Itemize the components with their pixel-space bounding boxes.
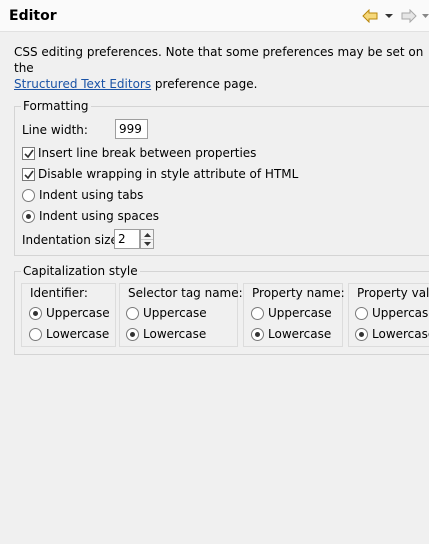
- selector-tag-name-group: Selector tag name: Uppercase Lowercase: [119, 283, 243, 347]
- selector-uppercase-radio[interactable]: Uppercase: [126, 304, 207, 322]
- back-arrow-icon: [362, 9, 378, 23]
- radio-button[interactable]: [355, 306, 368, 320]
- radio-button[interactable]: [355, 327, 368, 341]
- radio-button[interactable]: [29, 306, 42, 320]
- uppercase-label: Uppercase: [143, 306, 207, 320]
- property-name-group: Property name: Uppercase Lowercase: [243, 283, 345, 347]
- property-name-uppercase-radio[interactable]: Uppercase: [251, 304, 332, 322]
- radio-button[interactable]: [29, 327, 42, 341]
- checkmark-icon: [24, 170, 34, 179]
- indentation-size-input[interactable]: 2: [114, 229, 140, 249]
- radio-button[interactable]: [22, 209, 35, 223]
- lowercase-label: Lowercase: [46, 327, 110, 341]
- back-history-dropdown[interactable]: [385, 7, 393, 25]
- selector-tag-name-label: Selector tag name:: [128, 286, 243, 300]
- indentation-size-label: Indentation size:: [22, 233, 122, 247]
- identifier-uppercase-radio[interactable]: Uppercase: [29, 304, 110, 322]
- uppercase-label: Uppercase: [268, 306, 332, 320]
- chevron-up-icon: [143, 232, 151, 237]
- property-value-lowercase-radio[interactable]: Lowercase: [355, 325, 429, 343]
- forward-history-dropdown[interactable]: [422, 7, 429, 25]
- lowercase-label: Lowercase: [268, 327, 332, 341]
- property-value-group: Property valu Uppercase Lowercase: [348, 283, 429, 347]
- capitalization-legend: Capitalization style: [21, 264, 140, 278]
- back-button[interactable]: [362, 7, 378, 25]
- disable-wrapping-checkbox[interactable]: Disable wrapping in style attribute of H…: [22, 165, 298, 183]
- identifier-lowercase-radio[interactable]: Lowercase: [29, 325, 109, 343]
- disable-wrapping-label: Disable wrapping in style attribute of H…: [38, 167, 299, 181]
- structured-text-editors-link[interactable]: Structured Text Editors: [14, 77, 151, 91]
- formatting-legend: Formatting: [21, 99, 91, 113]
- editor-header: Editor: [0, 0, 429, 32]
- property-value-label: Property valu: [357, 286, 429, 300]
- line-width-input[interactable]: 999: [115, 119, 148, 139]
- page-title: Editor: [9, 8, 57, 24]
- chevron-down-icon: [143, 242, 151, 246]
- radio-button[interactable]: [251, 306, 264, 320]
- indent-tabs-label: Indent using tabs: [39, 188, 144, 202]
- property-name-label: Property name:: [252, 286, 345, 300]
- intro-text: CSS editing preferences. Note that some …: [14, 44, 424, 92]
- property-value-uppercase-radio[interactable]: Uppercase: [355, 304, 429, 322]
- checkbox-box[interactable]: [22, 167, 35, 181]
- uppercase-label: Uppercase: [46, 306, 110, 320]
- chevron-down-icon: [385, 14, 393, 18]
- lowercase-label: Lowercase: [372, 327, 429, 341]
- forward-arrow-icon: [401, 9, 417, 23]
- indent-spaces-label: Indent using spaces: [39, 209, 159, 223]
- uppercase-label: Uppercase: [372, 306, 429, 320]
- radio-button[interactable]: [22, 188, 35, 202]
- identifier-group: Identifier: Uppercase Lowercase: [21, 283, 116, 347]
- line-width-label: Line width:: [22, 123, 88, 137]
- radio-button[interactable]: [126, 306, 139, 320]
- selector-lowercase-radio[interactable]: Lowercase: [126, 325, 206, 343]
- lowercase-label: Lowercase: [143, 327, 207, 341]
- checkbox-box[interactable]: [22, 146, 35, 160]
- intro-text-after: preference page.: [151, 77, 258, 91]
- indentation-size-spinner[interactable]: [140, 229, 154, 249]
- spinner-down-button[interactable]: [141, 239, 153, 248]
- indent-tabs-radio[interactable]: Indent using tabs: [22, 186, 143, 204]
- property-name-lowercase-radio[interactable]: Lowercase: [251, 325, 331, 343]
- spinner-up-button[interactable]: [141, 230, 153, 239]
- identifier-label: Identifier:: [30, 286, 88, 300]
- insert-line-break-label: Insert line break between properties: [38, 146, 257, 160]
- chevron-down-icon: [422, 14, 429, 18]
- radio-button[interactable]: [251, 327, 264, 341]
- indent-spaces-radio[interactable]: Indent using spaces: [22, 207, 159, 225]
- intro-text-before: CSS editing preferences. Note that some …: [14, 45, 424, 75]
- insert-line-break-checkbox[interactable]: Insert line break between properties: [22, 144, 256, 162]
- checkmark-icon: [24, 149, 34, 158]
- forward-button[interactable]: [401, 7, 417, 25]
- radio-button[interactable]: [126, 327, 139, 341]
